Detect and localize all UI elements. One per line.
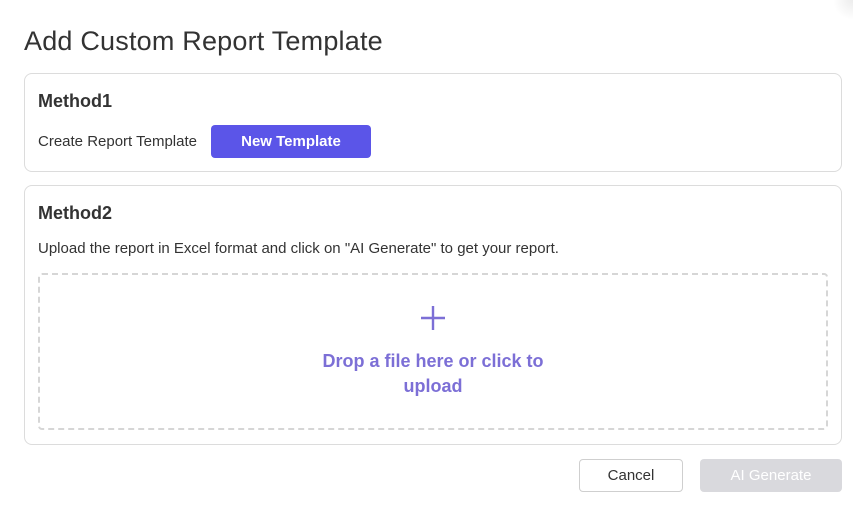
- method1-heading: Method1: [38, 91, 112, 111]
- method2-card: Method2 Upload the report in Excel forma…: [24, 185, 842, 445]
- corner-shadow: [833, 0, 853, 20]
- method2-description: Upload the report in Excel format and cl…: [38, 240, 559, 257]
- ai-generate-button[interactable]: AI Generate: [700, 459, 842, 492]
- method1-description: Create Report Template: [38, 133, 197, 150]
- method1-card: Method1 Create Report Template New Templ…: [24, 73, 842, 172]
- plus-icon: [421, 305, 445, 330]
- cancel-button[interactable]: Cancel: [579, 459, 683, 492]
- method1-row: Create Report Template New Template: [38, 125, 371, 158]
- dropzone-text: Drop a file here or click to upload: [322, 350, 544, 396]
- method2-heading: Method2: [38, 203, 112, 223]
- file-dropzone[interactable]: Drop a file here or click to upload: [38, 273, 828, 430]
- new-template-button[interactable]: New Template: [210, 125, 371, 158]
- dialog-footer: Cancel AI Generate: [579, 459, 842, 492]
- add-template-dialog: Add Custom Report Template Method1 Creat…: [0, 0, 853, 518]
- dialog-title: Add Custom Report Template: [24, 26, 383, 56]
